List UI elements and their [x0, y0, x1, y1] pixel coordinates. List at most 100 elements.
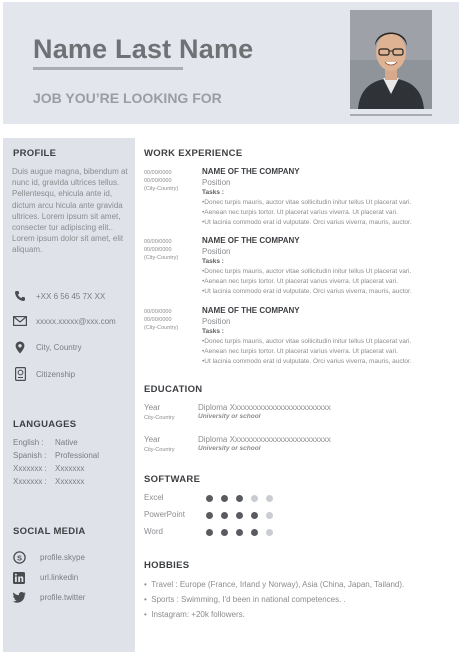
contact-email: xxxxx.xxxxx@xxx.com	[12, 314, 116, 328]
work-experience-heading: WORK EXPERIENCE	[144, 148, 243, 159]
language-row: English : Native	[13, 438, 78, 447]
rating-dot-filled	[236, 512, 243, 519]
job-date-to: 00/00/0000	[144, 178, 172, 184]
hobbies-list: Travel : Europe (France, Irland y Norway…	[144, 577, 404, 622]
rating-dot-filled	[251, 512, 258, 519]
software-name: PowerPoint	[144, 510, 185, 519]
candidate-name: Name Last Name	[33, 34, 254, 64]
rating-dot-filled	[206, 495, 213, 502]
contact-citizenship-text: Citizenship	[36, 369, 76, 379]
hobby-item: Instagram: +20k followers.	[144, 607, 404, 622]
profile-text: Duis augue magna, bibendum at nunc id, g…	[12, 167, 128, 255]
job-dates: 00/00/0000 00/00/0000 (City-Country)	[144, 169, 178, 193]
language-level: Professional	[55, 451, 100, 460]
hobby-item: Travel : Europe (France, Irland y Norway…	[144, 577, 404, 592]
passport-icon	[12, 367, 28, 381]
job-company: NAME OF THE COMPANY	[202, 236, 300, 245]
social-skype-text[interactable]: profile.skype	[40, 553, 85, 562]
rating-dot-empty	[266, 495, 273, 502]
job-entry: 00/00/0000 00/00/0000 (City-Country) NAM…	[144, 306, 444, 368]
name-underline	[33, 67, 183, 70]
contact-location-text: City, Country	[36, 342, 82, 352]
job-date-to: 00/00/0000	[144, 247, 172, 253]
education-year: Year	[144, 435, 161, 444]
job-dates: 00/00/0000 00/00/0000 (City-Country)	[144, 308, 178, 332]
contact-phone: +XX 6 56 45 7X XX	[12, 289, 105, 303]
contact-email-text: xxxxx.xxxxx@xxx.com	[36, 316, 116, 326]
job-tasks-label: Tasks :	[202, 189, 224, 196]
job-position: Position	[202, 178, 231, 187]
social-twitter-text[interactable]: profile.twitter	[40, 593, 85, 602]
social-linkedin-text[interactable]: url.linkedin	[40, 573, 78, 582]
job-tasks-label: Tasks :	[202, 328, 224, 335]
job-dates: 00/00/0000 00/00/0000 (City-Country)	[144, 238, 178, 262]
education-year: Year	[144, 403, 161, 412]
linkedin-icon	[12, 571, 26, 584]
language-name: Xxxxxxx :	[13, 464, 47, 473]
software-row: Word	[144, 527, 284, 539]
phone-icon	[12, 289, 28, 303]
job-location: (City-Country)	[144, 325, 179, 331]
job-location: (City-Country)	[144, 186, 179, 192]
social-skype[interactable]: S profile.skype	[12, 551, 85, 564]
job-task: Donec turpis mauris, auctor vitae sollic…	[202, 267, 412, 277]
software-rating	[206, 529, 281, 536]
job-company: NAME OF THE COMPANY	[202, 306, 300, 315]
job-tasks-label: Tasks :	[202, 258, 224, 265]
social-twitter[interactable]: profile.twitter	[12, 591, 85, 604]
job-entry: 00/00/0000 00/00/0000 (City-Country) NAM…	[144, 167, 444, 229]
profile-photo	[350, 10, 432, 109]
education-heading: EDUCATION	[144, 384, 203, 395]
social-media-heading: SOCIAL MEDIA	[13, 526, 86, 537]
twitter-icon	[12, 591, 26, 604]
contact-location: City, Country	[12, 340, 82, 354]
job-task-list: Donec turpis mauris, auctor vitae sollic…	[202, 198, 412, 228]
location-pin-icon	[12, 340, 28, 354]
job-date-from: 00/00/0000	[144, 170, 172, 176]
language-row: Xxxxxxx : Xxxxxxx	[13, 477, 84, 486]
software-rating	[206, 495, 281, 502]
job-date-from: 00/00/0000	[144, 239, 172, 245]
job-location: (City-Country)	[144, 255, 179, 261]
job-date-from: 00/00/0000	[144, 309, 172, 315]
svg-text:S: S	[16, 553, 21, 562]
education-school: University or school	[198, 413, 261, 420]
job-task: Aenean nec turpis tortor. Ut placerat va…	[202, 277, 412, 287]
language-name: Spanish :	[13, 451, 47, 460]
language-name: English :	[13, 438, 44, 447]
job-position: Position	[202, 247, 231, 256]
job-task: Ut lacinia commodo erat id vulputate. Or…	[202, 218, 411, 228]
software-name: Excel	[144, 493, 164, 502]
education-entry: Year City-Country Diploma Xxxxxxxxxxxxxx…	[144, 403, 444, 427]
rating-dot-filled	[221, 512, 228, 519]
job-task-list: Donec turpis mauris, auctor vitae sollic…	[202, 267, 412, 297]
rating-dot-filled	[236, 495, 243, 502]
job-title: JOB YOU’RE LOOKING FOR	[33, 90, 222, 106]
rating-dot-empty	[266, 529, 273, 536]
software-row: PowerPoint	[144, 510, 284, 522]
skype-icon: S	[12, 551, 26, 564]
language-row: Spanish : Professional	[13, 451, 99, 460]
language-level: Native	[55, 438, 78, 447]
rating-dot-filled	[206, 512, 213, 519]
language-row: Xxxxxxx : Xxxxxxx	[13, 464, 84, 473]
job-position: Position	[202, 317, 231, 326]
education-location: City-Country	[144, 415, 175, 421]
rating-dot-empty	[266, 512, 273, 519]
job-task: Donec turpis mauris, auctor vitae sollic…	[202, 198, 412, 208]
contact-phone-text: +XX 6 56 45 7X XX	[36, 291, 106, 301]
rating-dot-filled	[221, 529, 228, 536]
profile-heading: PROFILE	[13, 148, 57, 159]
social-linkedin[interactable]: url.linkedin	[12, 571, 78, 584]
job-company: NAME OF THE COMPANY	[202, 167, 300, 176]
job-task: Aenean nec turpis tortor. Ut placerat va…	[202, 208, 412, 218]
job-task: Donec turpis mauris, auctor vitae sollic…	[202, 337, 412, 347]
mail-icon	[12, 314, 28, 328]
job-date-to: 00/00/0000	[144, 317, 172, 323]
rating-dot-empty	[251, 495, 258, 502]
rating-dot-filled	[236, 529, 243, 536]
hobby-item: Sports : Swimming, I'd been in national …	[144, 592, 404, 607]
software-row: Excel	[144, 493, 284, 505]
software-heading: SOFTWARE	[144, 474, 201, 485]
job-task: Ut lacinia commodo erat id vulputate. Or…	[202, 357, 411, 367]
